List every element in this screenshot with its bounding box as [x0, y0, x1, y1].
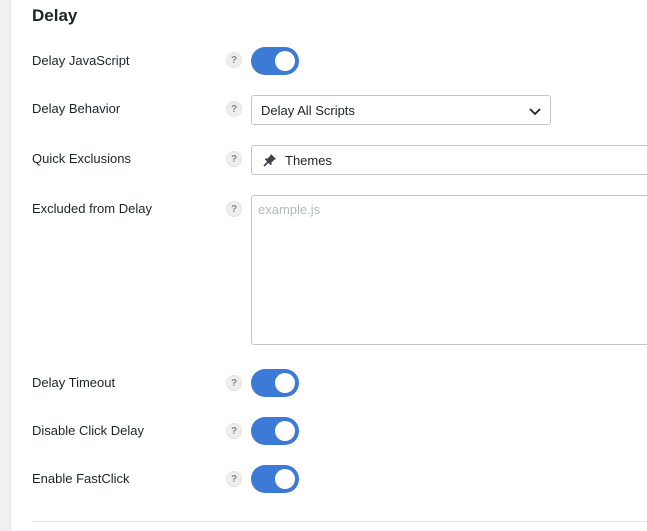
help-icon[interactable]: ?: [226, 375, 242, 391]
help-icon[interactable]: ?: [226, 471, 242, 487]
toggle-knob: [275, 421, 295, 441]
help-icon[interactable]: ?: [226, 151, 242, 167]
pin-icon: [263, 154, 276, 167]
settings-panel: Delay Delay JavaScript ? Delay Behavior …: [10, 0, 647, 531]
disable-click-delay-label: Disable Click Delay: [32, 423, 144, 438]
excluded-from-delay-label: Excluded from Delay: [32, 201, 152, 216]
delay-javascript-toggle[interactable]: [251, 47, 299, 75]
enable-fastclick-label: Enable FastClick: [32, 471, 130, 486]
delay-javascript-label: Delay JavaScript: [32, 53, 130, 68]
quick-exclusions-select[interactable]: Themes: [251, 145, 647, 175]
delay-behavior-select[interactable]: Delay All Scripts: [251, 95, 551, 125]
section-title: Delay: [32, 6, 78, 25]
help-icon[interactable]: ?: [226, 101, 242, 117]
delay-timeout-label: Delay Timeout: [32, 375, 116, 390]
section-divider: [32, 521, 647, 522]
delay-behavior-value: Delay All Scripts: [261, 103, 355, 118]
toggle-knob: [275, 51, 295, 71]
toggle-knob: [275, 373, 295, 393]
quick-exclusions-value: Themes: [285, 153, 332, 168]
disable-click-delay-toggle[interactable]: [251, 417, 299, 445]
help-icon[interactable]: ?: [226, 201, 242, 217]
delay-behavior-label: Delay Behavior: [32, 101, 121, 116]
toggle-knob: [275, 469, 295, 489]
excluded-from-delay-textarea[interactable]: [251, 195, 647, 345]
delay-timeout-toggle[interactable]: [251, 369, 299, 397]
enable-fastclick-toggle[interactable]: [251, 465, 299, 493]
chevron-down-icon: [529, 108, 541, 116]
help-icon[interactable]: ?: [226, 52, 242, 68]
help-icon[interactable]: ?: [226, 423, 242, 439]
quick-exclusions-label: Quick Exclusions: [32, 151, 131, 166]
